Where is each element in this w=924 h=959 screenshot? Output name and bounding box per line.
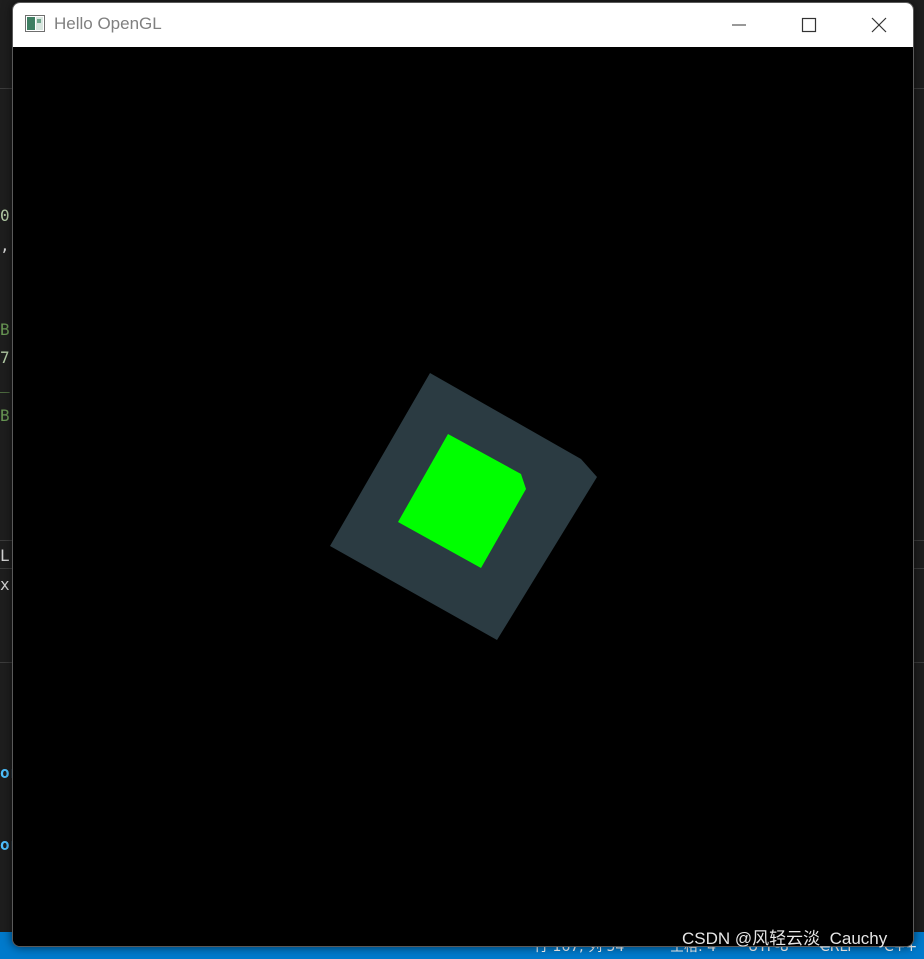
maximize-button[interactable] (774, 3, 844, 47)
code-fragment: _ (0, 374, 10, 393)
opengl-scene (330, 373, 597, 640)
minimize-button[interactable] (704, 3, 774, 47)
code-fragment: B (0, 320, 10, 339)
window-titlebar[interactable]: Hello OpenGL (13, 3, 913, 47)
csdn-watermark: CSDN @风轻云淡_Cauchy (682, 929, 888, 948)
opengl-window: Hello OpenGL (12, 2, 914, 947)
opengl-render-surface[interactable] (13, 47, 913, 946)
app-window-icon[interactable] (25, 15, 45, 32)
app-window-icon-graphic (25, 15, 45, 32)
code-fragment: B (0, 406, 10, 425)
code-fragment: x (0, 575, 10, 594)
minimize-icon (732, 24, 746, 26)
close-button[interactable] (844, 3, 913, 47)
window-title: Hello OpenGL (54, 14, 162, 33)
code-fragment: , (0, 236, 10, 255)
close-icon (871, 17, 887, 33)
code-fragment: L (0, 546, 10, 565)
maximize-icon (801, 17, 817, 33)
code-fragment: 0 (0, 206, 10, 225)
code-fragment: 7 (0, 348, 10, 367)
